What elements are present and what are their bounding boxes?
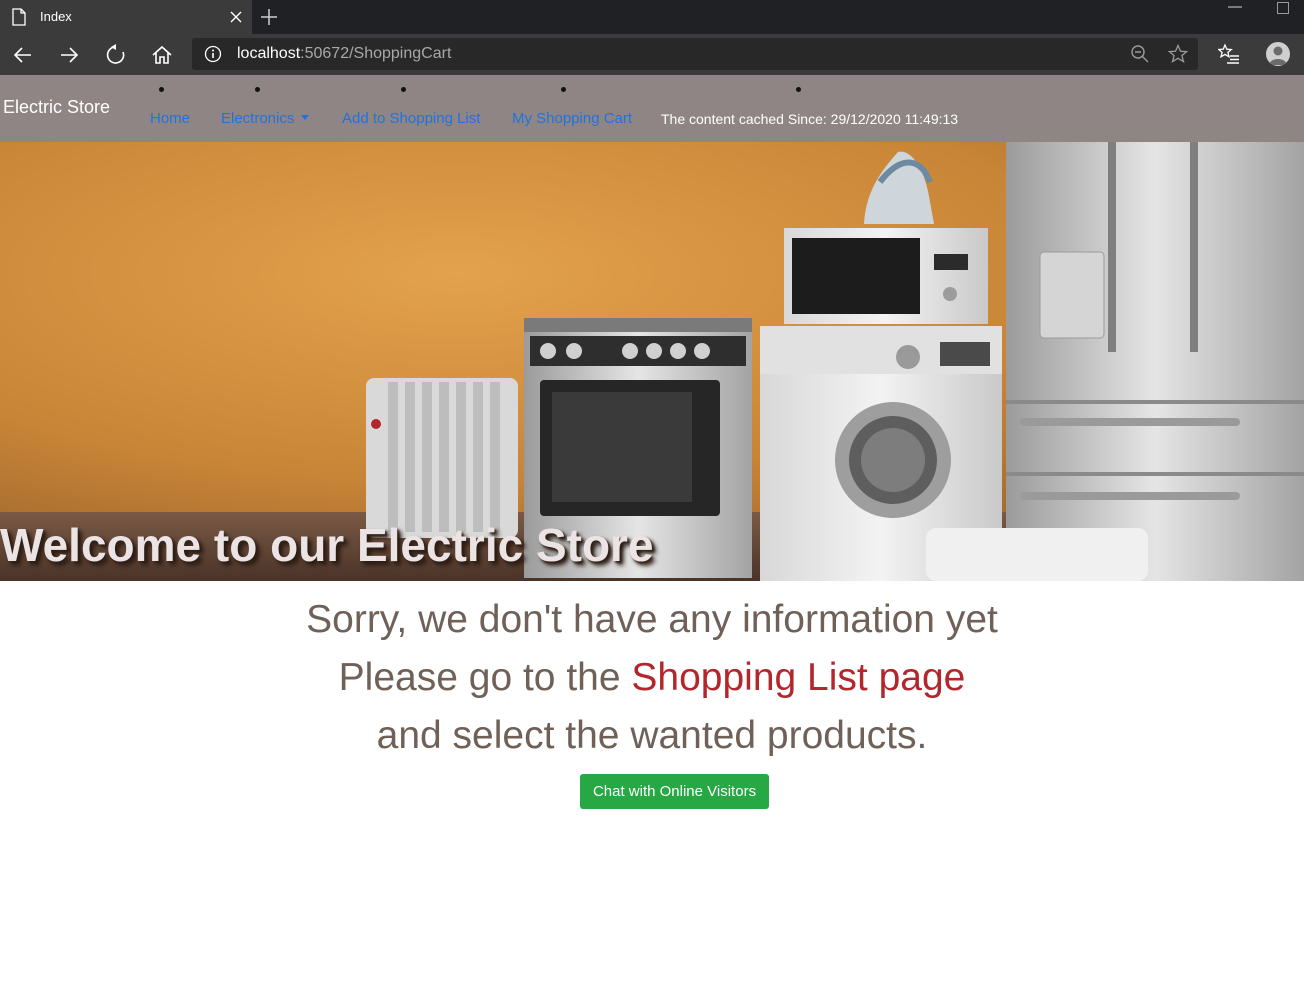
profile-avatar[interactable] — [1266, 42, 1290, 66]
nav-link-my-shopping-cart[interactable]: My Shopping Cart — [512, 110, 632, 127]
nav-link-home[interactable]: Home — [150, 110, 190, 127]
chevron-down-icon — [301, 114, 310, 120]
brand-logo[interactable]: Electric Store — [3, 97, 110, 118]
message-line-1: Sorry, we don't have any information yet — [306, 598, 998, 641]
browser-tab[interactable]: Index — [0, 0, 252, 34]
nav-link-add-to-shopping-list[interactable]: Add to Shopping List — [342, 110, 480, 127]
list-bullet — [796, 87, 801, 92]
nav-link-electronics-label: Electronics — [221, 110, 295, 127]
list-bullet — [401, 87, 406, 92]
address-bar[interactable]: localhost:50672/ShoppingCart — [192, 38, 1198, 70]
minimize-icon[interactable] — [1228, 6, 1242, 8]
url-host: localhost — [237, 45, 301, 62]
browser-tabstrip: Index — [0, 0, 1304, 34]
zoom-icon[interactable] — [1130, 44, 1150, 69]
cache-timestamp: The content cached Since: 29/12/2020 11:… — [661, 111, 959, 127]
refrigerator-image — [1006, 142, 1304, 581]
tab-title: Index — [40, 9, 72, 24]
star-icon[interactable] — [1167, 43, 1189, 69]
maximize-icon[interactable] — [1277, 2, 1289, 14]
message-line-3: and select the wanted products. — [376, 714, 928, 757]
hero-title: Welcome to our Electric Store — [0, 519, 654, 571]
close-icon[interactable] — [228, 9, 244, 25]
list-bullet — [159, 87, 164, 92]
hero-banner — [0, 142, 1304, 581]
back-icon[interactable] — [11, 43, 35, 67]
appliances-image — [0, 142, 1304, 581]
url-path: :50672/ShoppingCart — [300, 45, 452, 62]
new-tab-icon[interactable] — [260, 8, 278, 26]
refresh-icon[interactable] — [104, 43, 128, 67]
nav-link-electronics[interactable]: Electronics — [221, 110, 310, 127]
forward-icon[interactable] — [57, 43, 81, 67]
site-navbar: Electric Store Home Electronics Add to S… — [0, 75, 1304, 142]
favorites-icon[interactable] — [1217, 43, 1240, 70]
url-text[interactable]: localhost:50672/ShoppingCart — [237, 45, 451, 63]
message-line-2: Please go to the Shopping List page — [0, 656, 1304, 700]
list-bullet — [561, 87, 566, 92]
home-icon[interactable] — [150, 43, 174, 67]
shopping-list-link[interactable]: Shopping List page — [631, 656, 965, 699]
radiator-image — [366, 378, 518, 538]
chat-button[interactable]: Chat with Online Visitors — [580, 774, 769, 809]
message-line-2-prefix: Please go to the — [338, 656, 632, 699]
air-conditioner-image — [926, 528, 1148, 581]
info-icon[interactable] — [204, 45, 222, 68]
microwave-image — [784, 228, 988, 324]
page-icon — [12, 8, 26, 31]
list-bullet — [255, 87, 260, 92]
